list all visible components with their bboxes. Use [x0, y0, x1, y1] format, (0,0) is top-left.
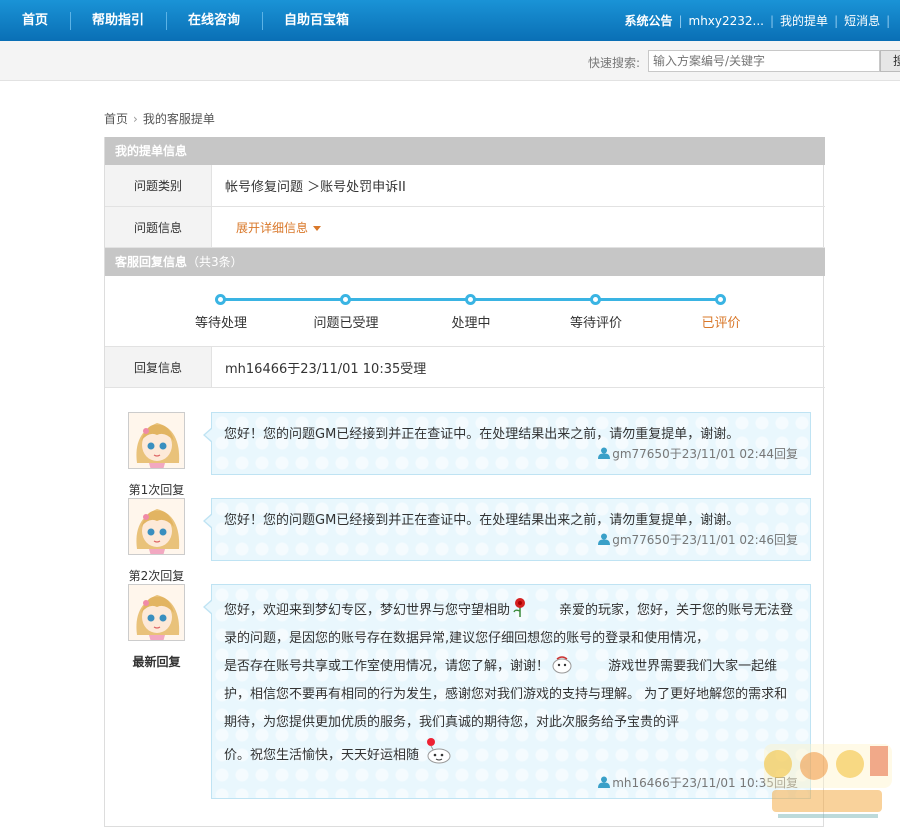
ticket-section-header: 我的提单信息 — [105, 137, 825, 165]
avatar — [128, 584, 185, 641]
progress-dot — [465, 294, 476, 305]
divider: | — [770, 13, 775, 28]
reply-text-part: 是否存在账号共享或工作室使用情况，请您了解，谢谢！ — [224, 659, 550, 674]
expand-details-link[interactable]: 展开详细信息 — [236, 219, 322, 236]
info-label: 问题信息 — [105, 207, 212, 247]
reply-text: 您好，欢迎来到梦幻专区，梦幻世界与您守望相助 亲爱的玩家，您好，关于您的账号无法… — [224, 597, 798, 770]
reply-meta: gm77650于23/11/01 02:46回复 — [224, 531, 798, 555]
category-row: 问题类别 帐号修复问题 ＞账号处罚申诉II — [105, 165, 825, 207]
progress-dot — [215, 294, 226, 305]
service-section-header: 客服回复信息（共3条） — [105, 248, 825, 276]
step-processing: 处理中 — [451, 316, 491, 331]
category-label: 问题类别 — [105, 165, 212, 206]
divider: | — [678, 13, 683, 28]
search-button[interactable]: 搜 — [880, 50, 900, 72]
service-section-count: （共3条） — [187, 255, 243, 269]
category-value: 帐号修复问题 ＞账号处罚申诉II — [225, 180, 406, 195]
search-label: 快速搜索: — [588, 56, 641, 70]
reply-text: 您好！您的问题GM已经接到并正在查证中。在处理结果出来之前，请勿重复提单，谢谢。 — [224, 427, 740, 442]
breadcrumb: 首页 › 我的客服提单 — [104, 110, 215, 127]
more-link[interactable] — [896, 14, 900, 28]
avatar — [128, 412, 185, 469]
reply-text-part: 您好，欢迎来到梦幻专区，梦幻世界与您守望相助 — [224, 603, 511, 618]
ticket-panel: 我的提单信息 问题类别 帐号修复问题 ＞账号处罚申诉II 问题信息 展开详细信息… — [104, 137, 825, 827]
reply-info-label: 回复信息 — [105, 347, 212, 387]
messages-link[interactable]: 短消息 — [844, 12, 880, 29]
user-icon — [598, 447, 611, 459]
reply-meta-text: gm77650于23/11/01 02:44回复 — [612, 447, 798, 461]
expand-details[interactable]: 展开详细信息 — [236, 207, 322, 247]
progress-dot — [340, 294, 351, 305]
ticket-section-title: 我的提单信息 — [115, 144, 188, 158]
divider: | — [834, 13, 839, 28]
reply-bubble: 您好！您的问题GM已经接到并正在查证中。在处理结果出来之前，请勿重复提单，谢谢。… — [203, 412, 811, 475]
reply-text-part: 价。祝您生活愉快，天天好运相随 — [224, 748, 420, 763]
info-row: 问题信息 展开详细信息 — [105, 207, 825, 248]
site-logo-watermark — [764, 744, 892, 818]
expand-details-label: 展开详细信息 — [236, 220, 309, 235]
announcement-link[interactable]: 系统公告 — [624, 12, 672, 29]
reply-bubble: 您好！您的问题GM已经接到并正在查证中。在处理结果出来之前，请勿重复提单，谢谢。… — [203, 498, 811, 561]
reply-caption: 第2次回复 — [128, 569, 185, 583]
nav-home[interactable]: 首页 — [0, 0, 70, 41]
emoticon-icon — [552, 656, 572, 674]
breadcrumb-current: 我的客服提单 — [142, 112, 215, 126]
reply-text: 您好！您的问题GM已经接到并正在查证中。在处理结果出来之前，请勿重复提单，谢谢。 — [224, 513, 740, 528]
reply-meta-text: gm77650于23/11/01 02:46回复 — [612, 533, 798, 547]
reply-caption: 最新回复 — [132, 655, 181, 669]
nav-help[interactable]: 帮助指引 — [70, 0, 166, 41]
user-icon — [598, 533, 611, 545]
reply-meta: gm77650于23/11/01 02:44回复 — [224, 445, 798, 469]
progress-dot — [590, 294, 601, 305]
service-section-title: 客服回复信息 — [115, 255, 188, 269]
step-accepted: 问题已受理 — [313, 316, 379, 331]
chevron-right-icon: › — [133, 112, 138, 126]
my-tickets-link[interactable]: 我的提单 — [780, 12, 828, 29]
step-waiting: 等待处理 — [194, 316, 247, 331]
step-reviewed: 已评价 — [701, 316, 741, 331]
nav-self-service[interactable]: 自助百宝箱 — [262, 0, 371, 41]
caret-down-icon — [313, 225, 322, 231]
search-input[interactable] — [648, 50, 880, 72]
avatar — [128, 498, 185, 555]
step-awaiting-review: 等待评价 — [569, 316, 622, 331]
nav-online-consult[interactable]: 在线咨询 — [166, 0, 262, 41]
user-nav: 系统公告 | mhxy2232... | 我的提单 | 短消息 | — [624, 0, 900, 41]
username-link[interactable]: mhxy2232... — [689, 14, 764, 28]
divider: | — [886, 13, 891, 28]
reply-meta: mh16466于23/11/01 10:35回复 — [224, 774, 798, 798]
progress-dot — [715, 294, 726, 305]
search-bar: 快速搜索: 搜 — [0, 41, 900, 81]
user-icon — [598, 776, 611, 788]
top-nav-bar: 首页 帮助指引 在线咨询 自助百宝箱 系统公告 | mhxy2232... | … — [0, 0, 900, 41]
reply-bubble: 您好，欢迎来到梦幻专区，梦幻世界与您守望相助 亲爱的玩家，您好，关于您的账号无法… — [203, 584, 811, 799]
breadcrumb-home[interactable]: 首页 — [104, 112, 128, 126]
reply-info-value: mh16466于23/11/01 10:35受理 — [225, 361, 427, 377]
reply-caption: 第1次回复 — [128, 483, 185, 497]
progress-tracker: 等待处理 问题已受理 处理中 等待评价 已评价 — [105, 276, 825, 347]
reply-info-row: 回复信息 mh16466于23/11/01 10:35受理 — [105, 347, 825, 388]
main-nav: 首页 帮助指引 在线咨询 自助百宝箱 — [0, 0, 371, 41]
rose-icon — [513, 598, 526, 617]
emoticon-icon — [427, 738, 451, 764]
